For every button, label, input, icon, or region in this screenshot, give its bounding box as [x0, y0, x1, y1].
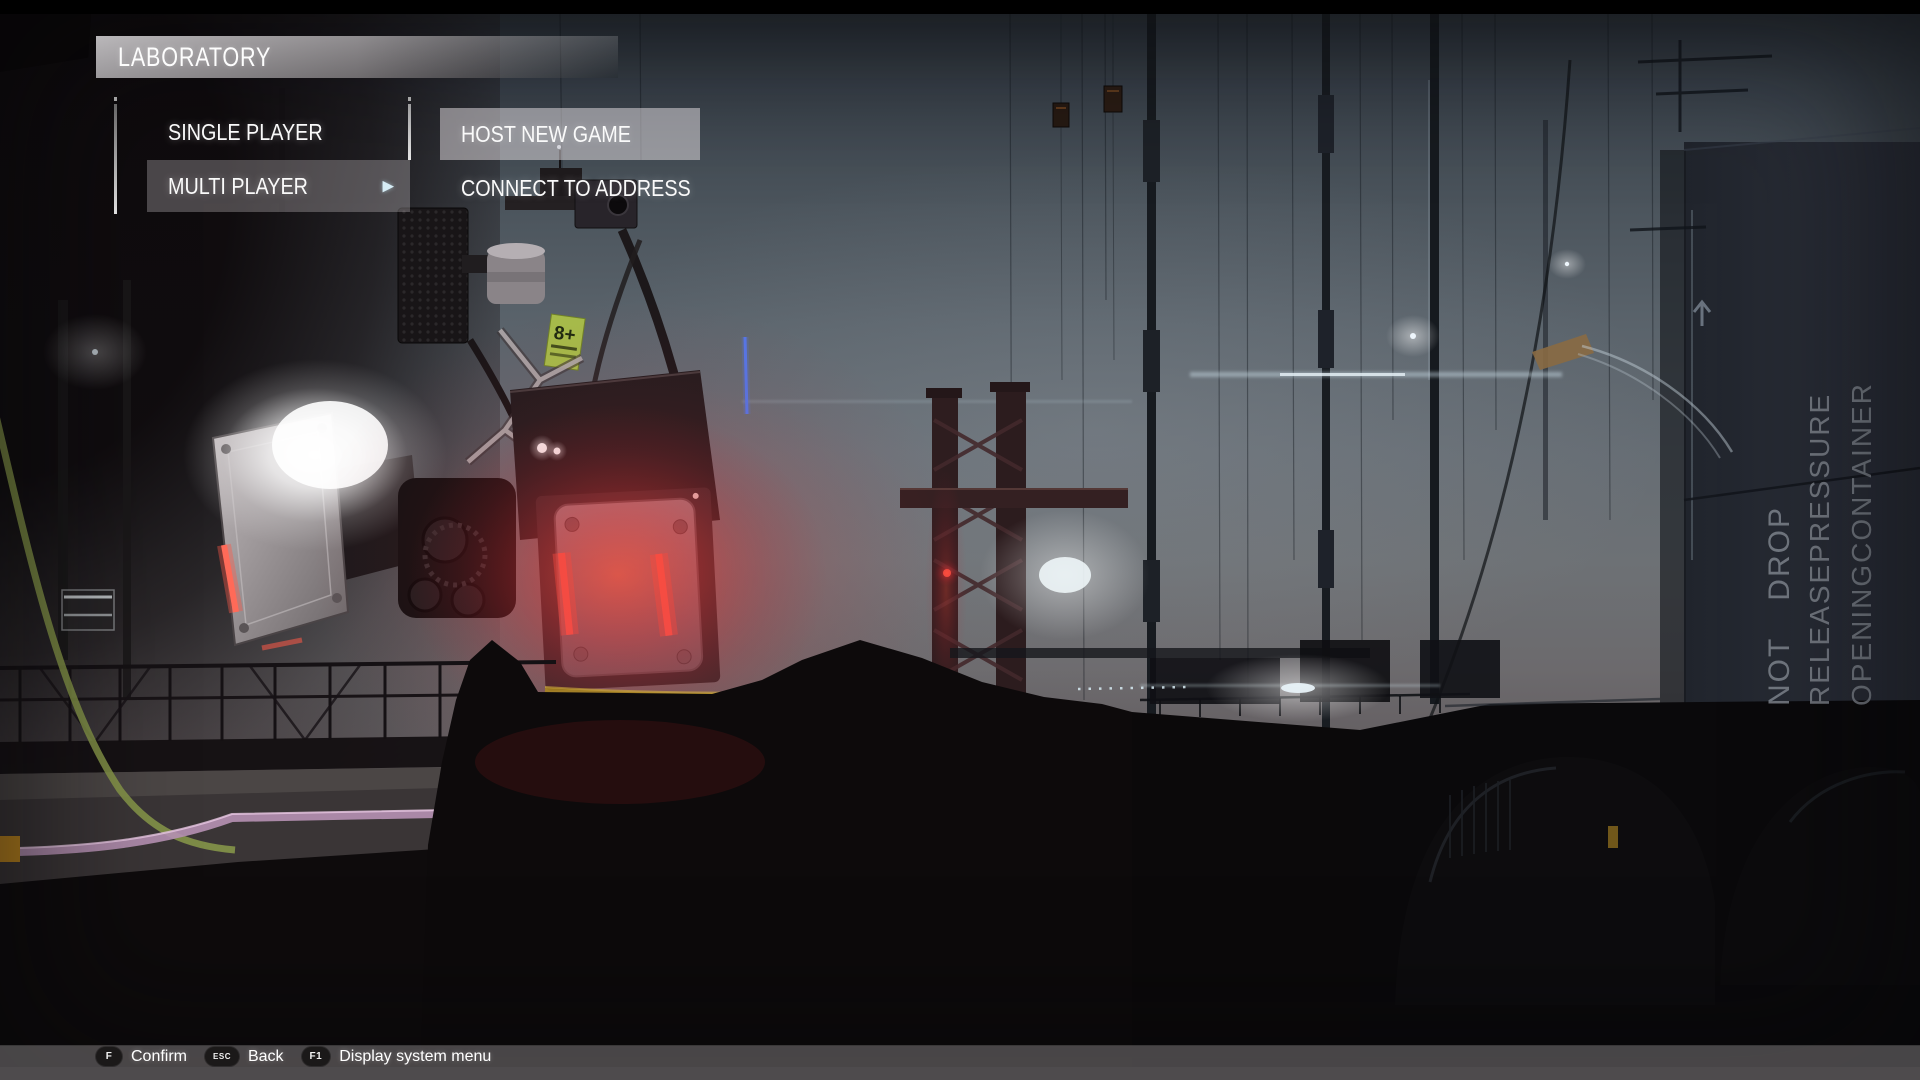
- menu-item-label: SINGLE PLAYER: [168, 119, 323, 146]
- game-screen: 8+: [0, 0, 1920, 1080]
- hint-back: ESC Back: [205, 1047, 284, 1066]
- hint-action-label: Display system menu: [339, 1048, 491, 1066]
- light-points: [980, 249, 1586, 640]
- hint-system-menu: F1 Display system menu: [302, 1047, 492, 1066]
- page-title: LABORATORY: [118, 42, 271, 73]
- menu-item-label: MULTI PLAYER: [168, 173, 308, 200]
- foreground-silhouettes: [0, 640, 1920, 1080]
- page-title-bar: LABORATORY: [96, 36, 618, 78]
- tank-label-col-1: NOT DROP: [1760, 506, 1800, 706]
- key-f-icon: F: [96, 1047, 122, 1066]
- submenu-item-connect-to-address[interactable]: CONNECT TO ADDRESS: [440, 162, 700, 214]
- footer-band: F Confirm ESC Back F1 Display system men…: [0, 1045, 1920, 1067]
- robot-cylinder: [487, 243, 545, 304]
- submenu-item-host-new-game[interactable]: HOST NEW GAME: [440, 108, 700, 160]
- tank-label-col-3: OPENING CONTAINER: [1842, 386, 1882, 706]
- tank-word: PRESSURE: [1804, 393, 1836, 563]
- submenu-arrow-icon: ▶: [382, 177, 394, 195]
- robot-mesh-panel: [398, 208, 468, 343]
- menu-item-single-player[interactable]: SINGLE PLAYER: [147, 106, 410, 158]
- hint-confirm: F Confirm: [96, 1047, 187, 1066]
- hanging-lamp-boxes: [1053, 14, 1122, 380]
- letterbox-top: [0, 0, 1920, 14]
- tank-word: OPENING: [1846, 563, 1878, 706]
- tank-label-col-2: RELEASE PRESSURE: [1800, 401, 1840, 706]
- tank-word: DROP: [1763, 506, 1797, 601]
- hint-action-label: Confirm: [131, 1048, 187, 1066]
- key-esc-icon: ESC: [205, 1047, 239, 1066]
- hint-action-label: Back: [248, 1048, 284, 1066]
- tank-word: NOT: [1763, 637, 1797, 706]
- key-f1-icon: F1: [302, 1047, 331, 1066]
- submenu-item-label: HOST NEW GAME: [461, 121, 631, 148]
- footer-bottom-strip: [0, 1067, 1920, 1080]
- menu-item-multi-player[interactable]: MULTI PLAYER ▶: [147, 160, 410, 212]
- footer-hint-bar: F Confirm ESC Back F1 Display system men…: [0, 1045, 1920, 1080]
- tank-word: CONTAINER: [1846, 382, 1878, 563]
- tank-word: RELEASE: [1804, 563, 1836, 706]
- menu-left-rule: [114, 104, 117, 214]
- submenu-item-label: CONNECT TO ADDRESS: [461, 175, 691, 202]
